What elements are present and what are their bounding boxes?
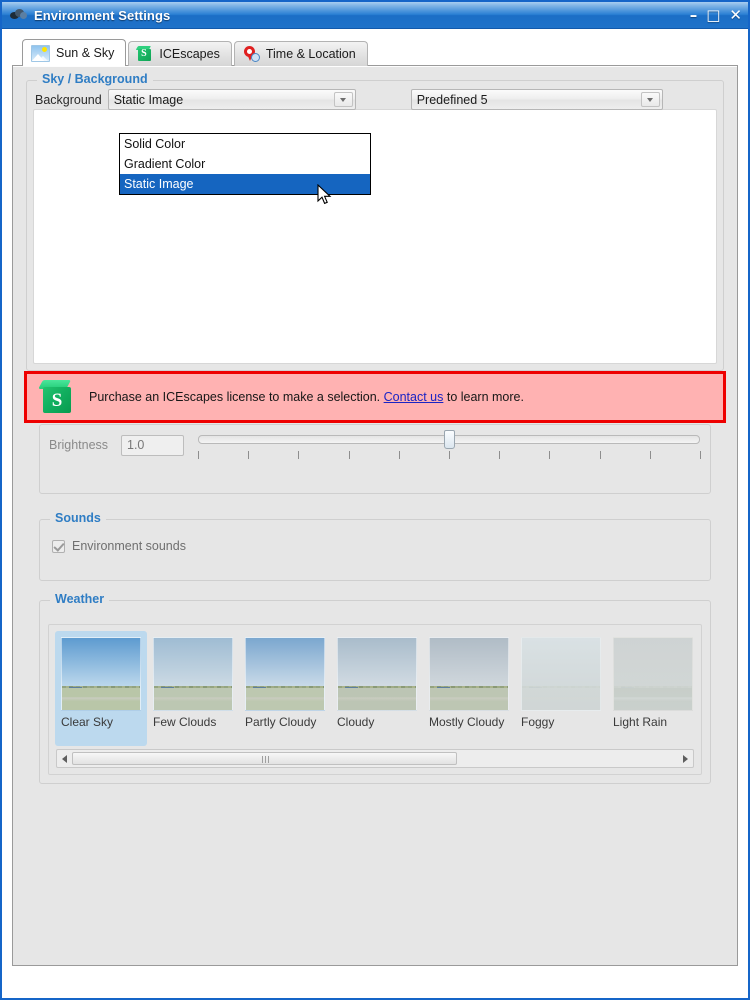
slider-tick xyxy=(549,451,551,459)
title-bar[interactable]: Environment Settings – □ ✕ xyxy=(2,2,748,29)
brightness-slider-ticks xyxy=(198,451,701,460)
weather-group: Weather Clear Sky Few Clouds Partly Cloudy… xyxy=(39,592,711,784)
weather-item-partly-cloudy[interactable]: Partly Cloudy xyxy=(239,631,331,746)
scrollbar-thumb[interactable] xyxy=(72,752,457,765)
weather-horizontal-scrollbar[interactable] xyxy=(56,749,694,768)
background-combo[interactable]: Static Image xyxy=(107,89,356,110)
weather-thumbnail[interactable] xyxy=(245,637,325,711)
slider-tick xyxy=(198,451,199,459)
slider-tick xyxy=(649,451,651,459)
tab-time-and-location[interactable]: Time & Location xyxy=(233,41,368,66)
brightness-value-field[interactable]: 1.0 xyxy=(121,434,184,456)
environment-sounds-label: Environment sounds xyxy=(72,539,186,553)
sounds-legend: Sounds xyxy=(50,511,106,525)
chevron-down-icon[interactable] xyxy=(333,92,353,107)
environment-sounds-checkbox[interactable] xyxy=(52,539,65,553)
weather-item-cloudy[interactable]: Cloudy xyxy=(331,631,423,746)
slider-tick xyxy=(449,451,450,459)
thumbnail-ground xyxy=(246,688,324,710)
background-row: Background Static Image Predefined 5 xyxy=(35,88,715,111)
sun-sky-icon xyxy=(31,44,50,62)
weather-item-few-clouds[interactable]: Few Clouds xyxy=(147,631,239,746)
window-title: Environment Settings xyxy=(34,7,171,23)
window-controls: – □ ✕ xyxy=(690,2,742,28)
weather-item-label: Foggy xyxy=(521,715,555,729)
license-banner-text: Purchase an ICEscapes license to make a … xyxy=(89,390,524,404)
weather-item-label: Partly Cloudy xyxy=(245,715,317,729)
slider-tick xyxy=(499,451,501,459)
thumbnail-ground xyxy=(62,688,140,710)
license-banner: S Purchase an ICEscapes license to make … xyxy=(24,371,726,423)
weather-item-clear-sky[interactable]: Clear Sky xyxy=(55,631,147,746)
license-text-before: Purchase an ICEscapes license to make a … xyxy=(89,390,384,404)
maximize-button[interactable]: □ xyxy=(706,7,720,23)
tab-panel-sun-and-sky: Sky / Background Background Static Image… xyxy=(12,65,738,966)
background-combo-value: Static Image xyxy=(113,92,184,107)
scroll-left-arrow-icon[interactable] xyxy=(57,751,72,766)
environment-settings-window: Environment Settings – □ ✕ Sun & Sky S I… xyxy=(0,0,750,1000)
weather-item-light-rain[interactable]: Light Rain xyxy=(607,631,695,746)
environment-sounds-row[interactable]: Environment sounds xyxy=(52,539,186,553)
weather-thumbnail[interactable] xyxy=(153,637,233,711)
thumbnail-fog-overlay xyxy=(522,638,600,710)
clouds-icon xyxy=(10,7,28,23)
predefined-combo-value: Predefined 5 xyxy=(416,92,488,107)
tab-sun-and-sky[interactable]: Sun & Sky xyxy=(22,39,127,66)
weather-item-label: Cloudy xyxy=(337,715,375,729)
weather-list-box: Clear Sky Few Clouds Partly Cloudy Cloudy Mo… xyxy=(48,624,702,775)
weather-item-mostly-cloudy[interactable]: Mostly Cloudy xyxy=(423,631,515,746)
icescapes-cube-icon: S xyxy=(136,46,153,62)
weather-thumbnail[interactable] xyxy=(61,637,141,711)
brightness-label: Brightness xyxy=(49,438,109,452)
tab-sun-and-sky-label: Sun & Sky xyxy=(56,46,115,60)
weather-thumbnail[interactable] xyxy=(521,637,601,711)
dropdown-option-solid-color[interactable]: Solid Color xyxy=(120,134,370,154)
background-dropdown-list[interactable]: Solid Color Gradient Color Static Image xyxy=(119,133,371,195)
tab-icescapes-label: ICEscapes xyxy=(159,47,220,61)
weather-item-label: Few Clouds xyxy=(153,715,217,729)
tab-icescapes[interactable]: S ICEscapes xyxy=(128,41,232,66)
dropdown-option-static-image[interactable]: Static Image xyxy=(120,174,370,194)
sounds-group: Sounds Environment sounds xyxy=(39,511,711,581)
weather-thumbnail[interactable] xyxy=(337,637,417,711)
thumbnail-ground xyxy=(430,688,508,710)
icescapes-cube-icon-banner: S xyxy=(38,379,75,415)
chevron-down-icon-2[interactable] xyxy=(640,92,660,107)
close-button[interactable]: ✕ xyxy=(729,7,742,23)
contact-us-link[interactable]: Contact us xyxy=(384,390,444,404)
slider-tick xyxy=(700,451,701,459)
brightness-row: Brightness 1.0 xyxy=(49,430,701,459)
location-pin-clock-icon xyxy=(243,46,260,62)
predefined-combo[interactable]: Predefined 5 xyxy=(410,89,663,110)
license-text-after: to learn more. xyxy=(443,390,524,404)
slider-tick xyxy=(398,451,400,459)
background-label: Background xyxy=(35,92,102,107)
dropdown-option-gradient-color[interactable]: Gradient Color xyxy=(120,154,370,174)
brightness-slider[interactable] xyxy=(198,430,701,460)
weather-thumbnail[interactable] xyxy=(613,637,693,711)
minimize-button[interactable]: – xyxy=(690,7,698,23)
slider-tick xyxy=(248,451,250,459)
scroll-right-arrow-icon[interactable] xyxy=(678,751,693,766)
sky-background-group: Sky / Background Background Static Image… xyxy=(26,72,724,371)
sky-background-legend: Sky / Background xyxy=(37,72,153,86)
slider-tick xyxy=(599,451,601,459)
weather-item-label: Clear Sky xyxy=(61,715,114,729)
thumbnail-ground xyxy=(154,688,232,710)
thumbnail-fog-overlay xyxy=(614,638,692,710)
slider-tick xyxy=(298,451,300,459)
weather-item-label: Mostly Cloudy xyxy=(429,715,505,729)
thumbnail-ground xyxy=(338,688,416,710)
weather-items[interactable]: Clear Sky Few Clouds Partly Cloudy Cloudy Mo… xyxy=(55,631,695,746)
tab-time-and-location-label: Time & Location xyxy=(265,47,356,61)
tab-strip: Sun & Sky S ICEscapes Time & Location xyxy=(22,39,738,66)
weather-thumbnail[interactable] xyxy=(429,637,509,711)
slider-tick xyxy=(348,451,350,459)
weather-legend: Weather xyxy=(50,592,110,606)
weather-item-label: Light Rain xyxy=(613,715,668,729)
brightness-group: Brightness 1.0 xyxy=(39,424,711,494)
client-area: Sun & Sky S ICEscapes Time & Location Sk… xyxy=(2,29,748,998)
weather-item-foggy[interactable]: Foggy xyxy=(515,631,607,746)
brightness-slider-thumb[interactable] xyxy=(444,430,455,449)
